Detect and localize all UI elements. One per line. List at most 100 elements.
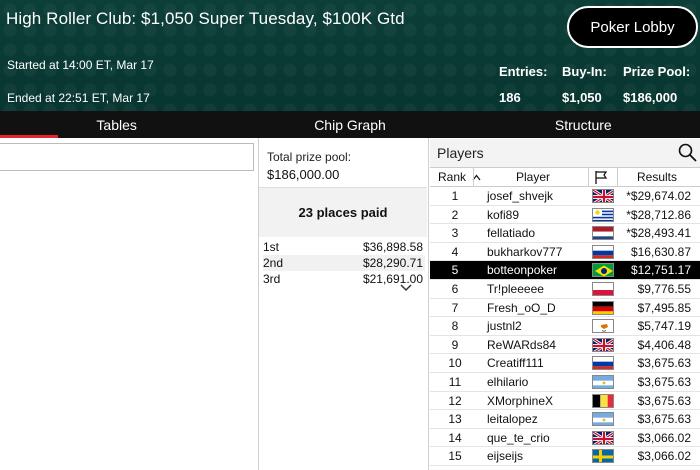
column-separator	[588, 167, 589, 187]
argentina-flag-icon	[592, 412, 614, 427]
player-name: fellatiado	[487, 226, 536, 241]
player-result: $9,776.55	[637, 281, 691, 296]
active-tab-indicator	[0, 135, 58, 138]
player-row[interactable]: 10 Creatiff111 $3,675.63	[430, 354, 700, 373]
netherlands-flag-icon	[592, 226, 614, 241]
player-result: *$28,712.86	[626, 207, 691, 222]
uk-flag-icon	[592, 189, 614, 203]
panel-divider	[428, 138, 429, 470]
uruguay-flag-icon	[592, 207, 614, 222]
player-row[interactable]: 12 XMorphineX $3,675.63	[430, 392, 700, 411]
payout-amount: $36,898.58	[362, 240, 423, 254]
search-icon[interactable]	[678, 143, 697, 162]
player-result: *$29,674.02	[626, 189, 691, 203]
player-row[interactable]: 14 que_te_crio $3,066.02	[430, 429, 700, 448]
player-result: $3,675.63	[637, 412, 691, 427]
buyin-stat: Buy-In: $1,050	[562, 64, 608, 105]
uk-flag-icon	[592, 430, 614, 445]
player-result: $3,675.63	[637, 374, 691, 389]
poker-lobby-button[interactable]: Poker Lobby	[567, 6, 698, 48]
player-name: eijseijs	[487, 449, 524, 464]
player-row[interactable]: 7 Fresh_oO_D $7,495.85	[430, 299, 700, 318]
player-rank: 10	[448, 356, 462, 371]
entries-stat: Entries: 186	[499, 64, 547, 105]
player-row[interactable]: 2 kofi89 *$28,712.86	[430, 206, 700, 225]
players-title: Players	[437, 145, 484, 161]
prize-pool-value: $186,000	[623, 90, 678, 105]
payout-row: 1st $36,898.58	[263, 239, 425, 255]
player-row[interactable]: 1 josef_shvejk *$29,674.02	[430, 187, 700, 206]
player-row[interactable]: 4 bukharkov777 $16,630.87	[430, 243, 700, 262]
player-column-header[interactable]: Player	[516, 170, 550, 184]
player-rank: 8	[451, 319, 459, 334]
total-prize-value: $186,000.00	[267, 167, 340, 182]
entries-value: 186	[499, 90, 521, 105]
buyin-label: Buy-In:	[562, 64, 607, 79]
player-name: elhilario	[487, 374, 529, 389]
player-row[interactable]: 15 eijseijs $3,066.02	[430, 447, 700, 466]
player-result: *$28,493.41	[626, 226, 691, 241]
tab-chip-graph[interactable]: Chip Graph	[233, 111, 466, 138]
payout-amount: $21,691.00	[362, 272, 423, 286]
player-row[interactable]: 8 justnl2 $5,747.19	[430, 317, 700, 336]
russia-flag-icon	[592, 244, 614, 259]
cyprus-flag-icon	[592, 319, 614, 334]
player-row[interactable]: 13 leitalopez $3,675.63	[430, 410, 700, 429]
entries-label: Entries:	[499, 64, 548, 79]
player-result: $3,675.63	[637, 393, 691, 408]
tab-bar: Tables Chip Graph Structure	[0, 111, 700, 138]
tables-filter-input[interactable]	[0, 143, 254, 171]
player-rank: 15	[448, 449, 462, 464]
player-name: botteonpoker	[487, 263, 558, 278]
brazil-flag-icon	[592, 263, 614, 278]
poland-flag-icon	[592, 281, 614, 296]
player-rank: 9	[451, 337, 459, 352]
payout-table: 1st $36,898.58 2nd $28,290.71 3rd $21,69…	[263, 239, 425, 287]
player-name: XMorphineX	[487, 393, 554, 408]
payout-row: 2nd $28,290.71	[263, 255, 425, 271]
belgium-flag-icon	[592, 393, 614, 408]
player-result: $16,630.87	[630, 244, 691, 259]
player-rank: 13	[448, 412, 462, 427]
argentina-flag-icon	[592, 374, 614, 389]
tab-structure[interactable]: Structure	[467, 111, 700, 138]
player-name: josef_shvejk	[487, 189, 554, 203]
column-separator	[617, 167, 618, 187]
player-row[interactable]: 5 botteonpoker $12,751.17	[430, 261, 700, 280]
buyin-value: $1,050	[562, 90, 602, 105]
total-prize-label: Total prize pool:	[267, 150, 352, 164]
player-rank: 6	[451, 281, 459, 296]
flag-icon[interactable]	[594, 170, 608, 188]
player-name: Fresh_oO_D	[487, 300, 556, 315]
player-name: leitalopez	[487, 412, 538, 427]
player-rank: 1	[451, 189, 459, 203]
players-list: 1 josef_shvejk *$29,674.02 2 kofi89 *$28,712.…	[430, 187, 700, 466]
prize-pool-stat: Prize Pool: $186,000	[623, 64, 693, 105]
player-name: ReWARds84	[487, 337, 556, 352]
payout-amount: $28,290.71	[362, 256, 423, 270]
player-name: kofi89	[487, 207, 520, 222]
player-rank: 5	[451, 263, 459, 278]
results-column-header[interactable]: Results	[637, 170, 677, 184]
germany-flag-icon	[592, 300, 614, 315]
payout-place: 2nd	[263, 256, 284, 270]
player-row[interactable]: 3 fellatiado *$28,493.41	[430, 224, 700, 243]
player-result: $7,495.85	[637, 300, 691, 315]
rank-column-header[interactable]: Rank	[438, 170, 481, 184]
player-result: $12,751.17	[630, 263, 691, 278]
chevron-down-icon[interactable]	[400, 284, 412, 294]
player-row[interactable]: 6 Tr!pleeeee $9,776.55	[430, 280, 700, 299]
sweden-flag-icon	[592, 449, 614, 464]
player-row[interactable]: 11 elhilario $3,675.63	[430, 373, 700, 392]
tab-tables[interactable]: Tables	[0, 111, 233, 138]
prize-pool-label: Prize Pool:	[623, 64, 691, 79]
player-result: $3,066.02	[637, 430, 691, 445]
player-result: $3,675.63	[637, 356, 691, 371]
end-time: Ended at 22:51 ET, Mar 17	[7, 91, 150, 105]
player-row[interactable]: 9 ReWARds84 $4,406.48	[430, 336, 700, 355]
player-result: $5,747.19	[637, 319, 691, 334]
rank-header-label: Rank	[438, 170, 467, 184]
player-rank: 7	[451, 300, 459, 315]
player-result: $4,406.48	[637, 337, 691, 352]
player-rank: 14	[448, 430, 462, 445]
